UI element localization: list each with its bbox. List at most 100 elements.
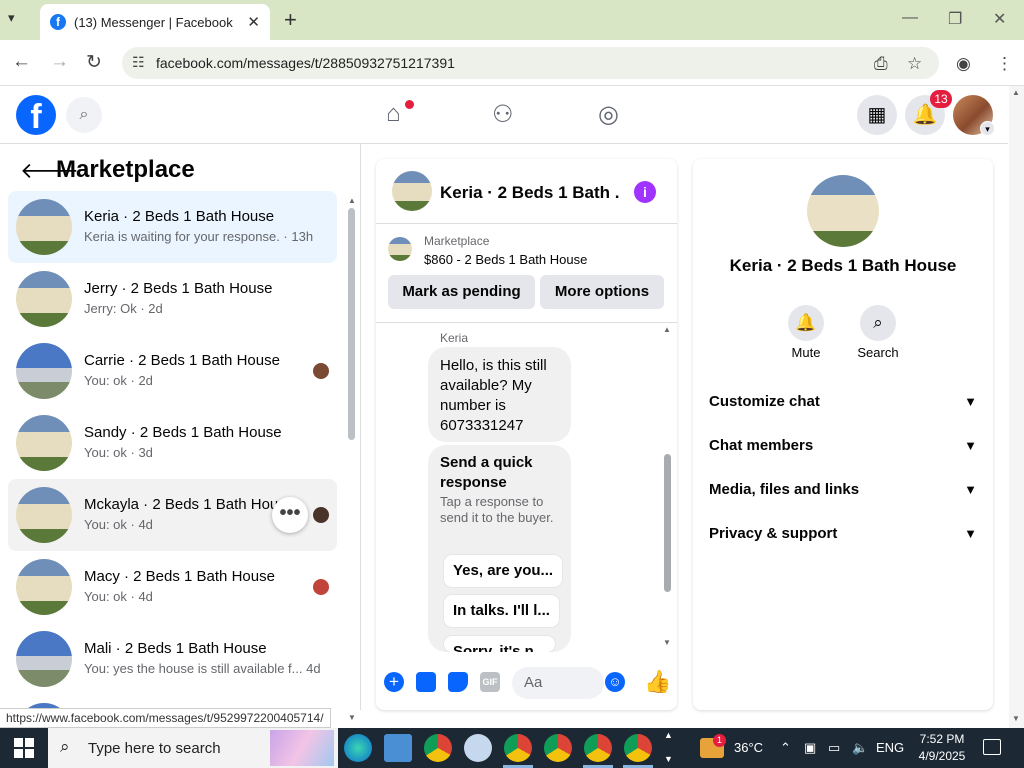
details-avatar[interactable] [807, 175, 879, 247]
chrome-icon[interactable] [424, 734, 452, 762]
listing-thumbnail [16, 199, 72, 255]
forward-arrow-icon[interactable]: → [50, 51, 69, 73]
listing-price-title[interactable]: $860 - 2 Beds 1 Bath House [424, 252, 587, 267]
marketplace-sidebar: Keria · 2 Beds 1 Bath House Keria is wait… [0, 144, 361, 710]
message-input[interactable]: Aa [512, 667, 604, 699]
seen-avatar [313, 579, 329, 595]
conversation-preview: You: yes the house is still available f.… [84, 661, 321, 676]
chat-avatar[interactable] [392, 171, 432, 211]
scroll-up-icon[interactable]: ▲ [663, 325, 671, 334]
paint-app-icon[interactable] [464, 734, 492, 762]
chrome-profile-icon[interactable] [504, 734, 532, 762]
windows-start-icon[interactable] [14, 738, 34, 758]
install-app-icon[interactable]: ⎙ [874, 54, 888, 74]
meet-now-icon[interactable]: ▣ [804, 740, 816, 756]
show-hidden-icons-chevron-icon[interactable]: ⌃ [780, 740, 791, 756]
taskbar-search-placeholder: Type here to search [88, 739, 221, 757]
scroll-down-icon[interactable]: ▼ [1012, 714, 1020, 723]
media-files-links-section[interactable]: Media, files and links ▼ [709, 477, 977, 501]
chrome-profile-icon[interactable] [584, 734, 612, 762]
chat-title[interactable]: Keria · 2 Beds 1 Bath ... [440, 183, 620, 203]
conversation-item[interactable]: Mali · 2 Beds 1 Bath House You: yes the h… [8, 623, 337, 695]
conversation-item[interactable]: Jerry · 2 Beds 1 Bath House Jerry: Ok · 2… [8, 263, 337, 335]
site-settings-icon[interactable]: ☷ [132, 54, 145, 71]
edge-icon[interactable] [344, 734, 372, 762]
browser-menu-icon[interactable]: ⋮ [996, 54, 1013, 74]
sticker-icon[interactable] [448, 672, 468, 692]
chat-members-section[interactable]: Chat members ▼ [709, 433, 977, 457]
address-bar[interactable]: ☷ facebook.com/messages/t/28850932751217… [122, 47, 939, 79]
status-bar-url: https://www.facebook.com/messages/t/9529… [0, 708, 331, 728]
taskbar-scroll-down-icon[interactable]: ▼ [664, 754, 673, 764]
scroll-down-icon[interactable]: ▼ [348, 713, 356, 722]
mute-bell-icon[interactable]: 🔔 [788, 305, 824, 341]
search-icon[interactable]: ⌕ [860, 305, 896, 341]
chevron-down-icon: ▼ [964, 393, 977, 409]
tab-search-chevron-icon[interactable]: ▾ [8, 10, 15, 26]
facebook-logo[interactable]: f [16, 95, 56, 136]
new-tab-button[interactable]: + [284, 7, 297, 33]
chrome-profile-icon[interactable] [544, 734, 572, 762]
privacy-support-section[interactable]: Privacy & support ▼ [709, 521, 977, 545]
more-options-button[interactable]: More options [540, 275, 664, 309]
menu-grid-icon[interactable]: ▦ [857, 95, 897, 135]
file-explorer-icon[interactable] [384, 734, 412, 762]
chrome-profile-icon[interactable] [624, 734, 652, 762]
seen-avatar [313, 363, 329, 379]
reload-icon[interactable]: ↻ [86, 51, 102, 74]
browser-tab[interactable]: f (13) Messenger | Facebook ✕ [40, 4, 270, 40]
info-icon[interactable]: i [634, 181, 656, 203]
conversation-item[interactable]: Sandy · 2 Beds 1 Bath House You: ok · 3d [8, 407, 337, 479]
add-plus-icon[interactable]: + [384, 672, 404, 692]
quick-response-button[interactable]: Yes, are you... [444, 555, 563, 587]
conversation-more-options-button[interactable]: ••• [272, 497, 308, 533]
mark-as-pending-button[interactable]: Mark as pending [388, 275, 535, 309]
home-icon[interactable]: ⌂ [386, 100, 401, 128]
bookmark-star-icon[interactable]: ☆ [907, 54, 922, 74]
quick-response-button[interactable]: Sorry, it's n... [444, 636, 556, 652]
groups-icon[interactable]: ◎ [598, 100, 619, 129]
conversation-preview: You: ok · 2d [84, 373, 153, 388]
volume-icon[interactable]: 🔈 [852, 740, 868, 756]
conversation-name: Jerry · 2 Beds 1 Bath House [84, 280, 273, 297]
minimize-window-icon[interactable]: — [902, 9, 918, 27]
notification-center-icon[interactable] [983, 739, 1001, 755]
network-icon[interactable]: ▭ [828, 740, 840, 756]
weather-temperature[interactable]: 36°C [734, 740, 763, 755]
quick-response-button[interactable]: In talks. I'll l... [444, 595, 559, 627]
taskbar-clock[interactable]: 7:52 PM 4/9/2025 [912, 731, 972, 765]
sidebar-scrollbar-thumb[interactable] [348, 208, 355, 440]
friends-icon[interactable]: ⚇ [492, 100, 514, 129]
tab-close-icon[interactable]: ✕ [247, 13, 260, 31]
thumbs-up-icon[interactable]: 👍 [644, 669, 671, 695]
back-arrow-icon[interactable]: ← [12, 51, 31, 73]
seen-avatar [313, 507, 329, 523]
taskbar-scroll-up-icon[interactable]: ▲ [664, 730, 673, 740]
page-scrollbar[interactable] [1009, 86, 1024, 728]
account-chevron-icon[interactable]: ▾ [980, 121, 995, 136]
conversation-preview: You: ok · 3d [84, 445, 153, 460]
conversation-item[interactable]: Carrie · 2 Beds 1 Bath House You: ok · 2d [8, 335, 337, 407]
facebook-search-icon[interactable]: ⌕ [66, 97, 102, 133]
photo-icon[interactable] [416, 672, 436, 692]
tab-title: (13) Messenger | Facebook [74, 14, 233, 30]
profile-icon[interactable]: ◉ [956, 54, 971, 74]
listing-thumbnail [16, 559, 72, 615]
chat-scrollbar-thumb[interactable] [664, 454, 671, 592]
scroll-up-icon[interactable]: ▲ [1012, 88, 1020, 97]
scroll-down-icon[interactable]: ▼ [663, 638, 671, 647]
keyboard-language[interactable]: ENG [876, 740, 904, 755]
scroll-up-icon[interactable]: ▲ [348, 196, 356, 205]
conversation-name: Keria · 2 Beds 1 Bath House [84, 208, 275, 225]
search-highlight-image [270, 730, 334, 766]
restore-window-icon[interactable]: ❐ [948, 9, 962, 29]
marketplace-label: Marketplace [424, 234, 490, 248]
weather-badge: 1 [713, 734, 726, 747]
conversation-item[interactable]: Keria · 2 Beds 1 Bath House Keria is wait… [8, 191, 337, 263]
customize-chat-section[interactable]: Customize chat ▼ [709, 389, 977, 413]
conversation-item[interactable]: Macy · 2 Beds 1 Bath House You: ok · 4d [8, 551, 337, 623]
sidebar-title: Marketplace [56, 156, 195, 183]
gif-icon[interactable]: GIF [480, 672, 500, 692]
emoji-icon[interactable]: ☺ [605, 672, 625, 692]
close-window-icon[interactable]: ✕ [993, 9, 1006, 29]
